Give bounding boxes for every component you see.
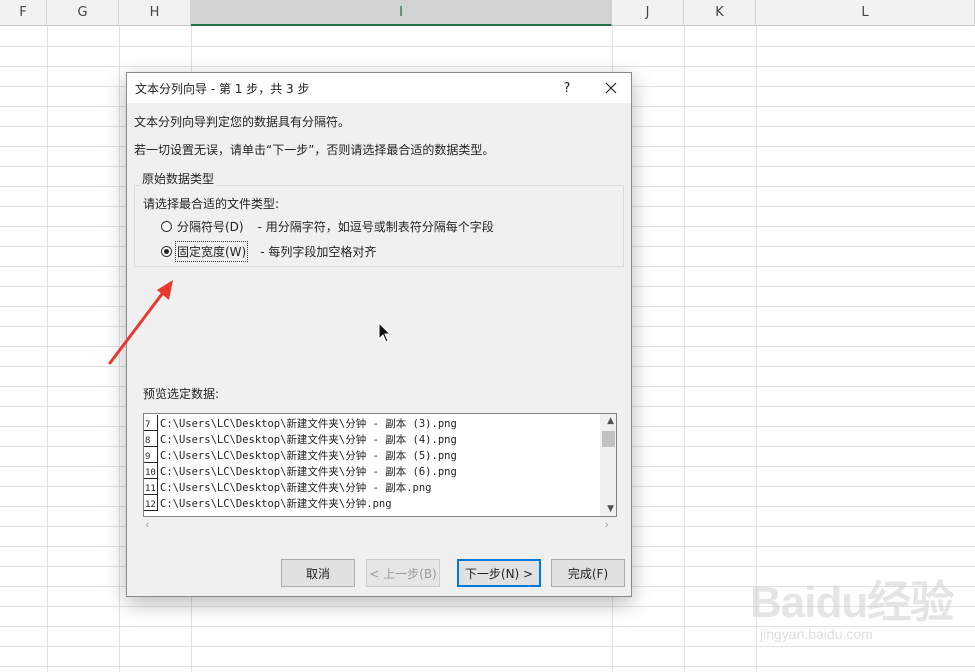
gridline xyxy=(0,666,975,667)
option-fixed-width-description: - 每列字段加空格对齐 xyxy=(260,245,377,259)
back-button[interactable]: < 上一步(B) xyxy=(366,559,440,587)
preview-row: 10 C:\Users\LC\Desktop\新建文件夹\分钟 - 副本 (6).… xyxy=(144,463,602,479)
column-header-g[interactable]: G xyxy=(47,0,119,26)
next-button[interactable]: 下一步(N) > xyxy=(457,559,541,587)
preview-rows: 7 C:\Users\LC\Desktop\新建文件夹\分钟 - 副本 (3).p… xyxy=(144,415,602,511)
column-header-j[interactable]: J xyxy=(612,0,684,26)
preview-row: 11 C:\Users\LC\Desktop\新建文件夹\分钟 - 副本.png xyxy=(144,479,602,495)
option-fixed-width[interactable]: 固定宽度(W) - 每列字段加空格对齐 xyxy=(161,241,377,262)
preview-row-text: C:\Users\LC\Desktop\新建文件夹\分钟 - 副本 (3).pn… xyxy=(160,417,457,430)
gridline xyxy=(47,26,48,672)
wizard-message-2: 若一切设置无误，请单击“下一步”，否则请选择最合适的数据类型。 xyxy=(134,143,495,157)
data-preview-pane[interactable]: 7 C:\Users\LC\Desktop\新建文件夹\分钟 - 副本 (3).p… xyxy=(143,413,617,517)
preview-row-text: C:\Users\LC\Desktop\新建文件夹\分钟 - 副本 (6).pn… xyxy=(160,465,457,478)
preview-row-text: C:\Users\LC\Desktop\新建文件夹\分钟 - 副本.png xyxy=(160,481,432,494)
column-header-f[interactable]: F xyxy=(0,0,47,26)
help-button[interactable]: ? xyxy=(555,76,579,100)
red-annotation-arrow xyxy=(108,280,173,365)
option-delimited[interactable]: 分隔符号(D) - 用分隔字符，如逗号或制表符分隔每个字段 xyxy=(161,218,494,235)
finish-button[interactable]: 完成(F) xyxy=(551,559,625,587)
preview-row-number: 12 xyxy=(144,495,158,511)
radio-icon[interactable] xyxy=(161,221,172,232)
watermark-brand: Baidu经验 xyxy=(750,578,954,627)
preview-row-text: C:\Users\LC\Desktop\新建文件夹\分钟 - 副本 (4).pn… xyxy=(160,433,457,446)
column-header-h[interactable]: H xyxy=(119,0,191,26)
dialog-title: 文本分列向导 - 第 1 步，共 3 步 xyxy=(135,82,310,96)
watermark-url: jingyan.baidu.com xyxy=(760,626,873,642)
preview-row: 8 C:\Users\LC\Desktop\新建文件夹\分钟 - 副本 (4).p… xyxy=(144,431,602,447)
vertical-scrollbar[interactable]: ▲ ▼ xyxy=(600,414,616,516)
preview-row: 7 C:\Users\LC\Desktop\新建文件夹\分钟 - 副本 (3).p… xyxy=(144,415,602,431)
option-delimited-label[interactable]: 分隔符号(D) xyxy=(177,218,244,235)
groupbox-title: 原始数据类型 xyxy=(140,170,217,187)
preview-row-number: 7 xyxy=(144,415,158,431)
preview-row-text: C:\Users\LC\Desktop\新建文件夹\分钟 - 副本 (5).pn… xyxy=(160,449,457,462)
preview-row-text: C:\Users\LC\Desktop\新建文件夹\分钟.png xyxy=(160,497,392,510)
scroll-up-icon[interactable]: ▲ xyxy=(607,416,614,426)
wizard-message-1: 文本分列向导判定您的数据具有分隔符。 xyxy=(134,115,351,129)
scrollbar-thumb[interactable] xyxy=(602,431,615,447)
preview-row-number: 8 xyxy=(144,431,158,447)
preview-row-number: 11 xyxy=(144,479,158,495)
preview-row: 12 C:\Users\LC\Desktop\新建文件夹\分钟.png xyxy=(144,495,602,511)
scroll-right-icon[interactable]: › xyxy=(605,518,609,531)
horizontal-scrollbar[interactable]: ‹ › xyxy=(143,517,617,533)
preview-row-number: 9 xyxy=(144,447,158,463)
gridline xyxy=(684,26,685,672)
close-icon xyxy=(605,82,617,94)
close-button[interactable] xyxy=(597,76,625,100)
column-header-k[interactable]: K xyxy=(684,0,756,26)
option-fixed-width-label[interactable]: 固定宽度(W) xyxy=(174,241,249,262)
option-delimited-description: - 用分隔字符，如逗号或制表符分隔每个字段 xyxy=(257,220,494,234)
baidu-watermark: Baidu经验 jingyan.baidu.com xyxy=(750,560,970,665)
scroll-down-icon[interactable]: ▼ xyxy=(607,504,614,514)
radio-icon[interactable] xyxy=(161,246,172,257)
column-header-i[interactable]: I xyxy=(191,0,612,26)
gridline xyxy=(0,66,975,67)
cancel-button[interactable]: 取消 xyxy=(281,559,355,587)
file-type-prompt: 请选择最合适的文件类型: xyxy=(143,197,280,211)
mouse-cursor-icon xyxy=(378,322,392,343)
gridline xyxy=(0,46,975,47)
preview-label: 预览选定数据: xyxy=(143,387,220,401)
preview-row-number: 10 xyxy=(144,463,158,479)
preview-row: 9 C:\Users\LC\Desktop\新建文件夹\分钟 - 副本 (5).p… xyxy=(144,447,602,463)
dialog-titlebar[interactable]: 文本分列向导 - 第 1 步，共 3 步 ? xyxy=(127,73,631,103)
scroll-left-icon[interactable]: ‹ xyxy=(145,518,149,531)
column-header-l[interactable]: L xyxy=(756,0,975,26)
